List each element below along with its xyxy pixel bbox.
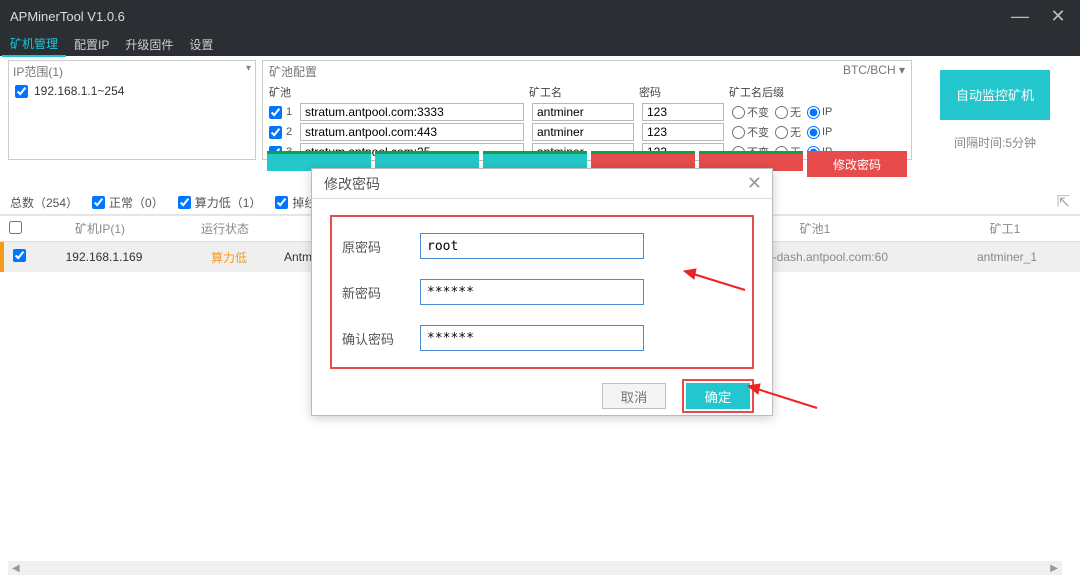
pool-header-pool: 矿池 [269,84,529,100]
ok-button[interactable]: 确定 [686,383,750,409]
grid-select-all[interactable] [9,221,22,234]
cell-worker: antminer_1 [934,250,1080,264]
pool-url-input[interactable] [300,123,524,141]
suffix-radio-none[interactable]: 无 [775,104,801,120]
pool-worker-input[interactable] [532,103,634,121]
menu-miner-management[interactable]: 矿机管理 [2,32,66,57]
pool-config-panel: 矿池配置 BTC/BCH ▾ 矿池 矿工名 密码 矿工名后缀 1 不变 无 IP… [262,60,912,160]
pool-password-input[interactable] [642,123,724,141]
minimize-icon[interactable]: — [1006,2,1034,30]
pool-row-checkbox[interactable] [269,126,282,139]
pool-row-checkbox[interactable] [269,106,282,119]
suffix-radio-none[interactable]: 无 [775,124,801,140]
pool-header-password: 密码 [639,84,729,100]
ok-button-highlight: 确定 [682,379,754,413]
old-password-input[interactable] [420,233,644,259]
ip-panel-label: IP范围(1) [13,63,63,80]
coin-selector[interactable]: BTC/BCH ▾ [843,63,905,80]
cell-state: 算力低 [174,249,284,266]
menu-config-ip[interactable]: 配置IP [66,33,117,56]
confirm-password-input[interactable] [420,325,644,351]
main-menubar: 矿机管理 配置IP 升级固件 设置 [0,32,1080,56]
dialog-title: 修改密码 [324,174,380,194]
change-password-button[interactable]: 修改密码 [807,151,907,177]
filter-normal[interactable]: 正常（0） [92,194,164,211]
pool-header-worker: 矿工名 [529,84,639,100]
suffix-radio-ip[interactable]: IP [807,104,832,120]
row-checkbox[interactable] [13,249,26,262]
col-header-worker[interactable]: 矿工1 [930,220,1080,237]
dialog-close-icon[interactable]: ✕ [747,173,762,194]
export-icon[interactable]: ⇱ [1057,192,1070,212]
scroll-left-icon[interactable]: ◀ [8,563,24,574]
window-titlebar: APMinerTool V1.0.6 — ✕ [0,0,1080,32]
menu-upgrade-firmware[interactable]: 升级固件 [117,33,181,56]
old-password-label: 原密码 [336,237,420,256]
ip-range-panel: IP范围(1) ▾ 192.168.1.1~254 [8,60,256,160]
interval-label: 间隔时间:5分钟 [954,134,1036,151]
horizontal-scrollbar[interactable]: ◀ ▶ [8,561,1062,575]
side-control-panel: 自动监控矿机 间隔时间:5分钟 [918,60,1072,160]
suffix-radio-ip[interactable]: IP [807,124,832,140]
suffix-radio-unchanged[interactable]: 不变 [732,104,769,120]
auto-monitor-button[interactable]: 自动监控矿机 [940,70,1050,120]
filter-lowhash[interactable]: 算力低（1） [178,194,262,211]
menu-settings[interactable]: 设置 [181,33,221,56]
chevron-down-icon[interactable]: ▾ [246,63,251,80]
ip-range-checkbox[interactable] [15,85,28,98]
form-highlight-box: 原密码 新密码 确认密码 [330,215,754,369]
pool-row-1: 1 不变 无 IP [263,102,911,122]
change-password-dialog: 修改密码 ✕ 原密码 新密码 确认密码 取消 确定 [311,168,773,416]
pool-worker-input[interactable] [532,123,634,141]
ip-range-value: 192.168.1.1~254 [34,84,124,98]
new-password-label: 新密码 [336,283,420,302]
pool-password-input[interactable] [642,103,724,121]
app-title: APMinerTool V1.0.6 [10,9,125,24]
pool-header-suffix: 矿工名后缀 [729,84,889,100]
pool-url-input[interactable] [300,103,524,121]
col-header-state[interactable]: 运行状态 [170,220,280,237]
ip-range-row[interactable]: 192.168.1.1~254 [9,82,255,100]
close-icon[interactable]: ✕ [1044,2,1072,30]
chevron-down-icon: ▾ [899,63,905,77]
pool-panel-label: 矿池配置 [269,63,317,80]
pool-row-2: 2 不变 无 IP [263,122,911,142]
col-header-ip[interactable]: 矿机IP(1) [30,220,170,237]
cancel-button[interactable]: 取消 [602,383,666,409]
new-password-input[interactable] [420,279,644,305]
cell-ip: 192.168.1.169 [34,250,174,264]
total-count: 总数（254） [10,194,78,211]
scroll-right-icon[interactable]: ▶ [1046,563,1062,574]
confirm-password-label: 确认密码 [336,329,420,348]
suffix-radio-unchanged[interactable]: 不变 [732,124,769,140]
